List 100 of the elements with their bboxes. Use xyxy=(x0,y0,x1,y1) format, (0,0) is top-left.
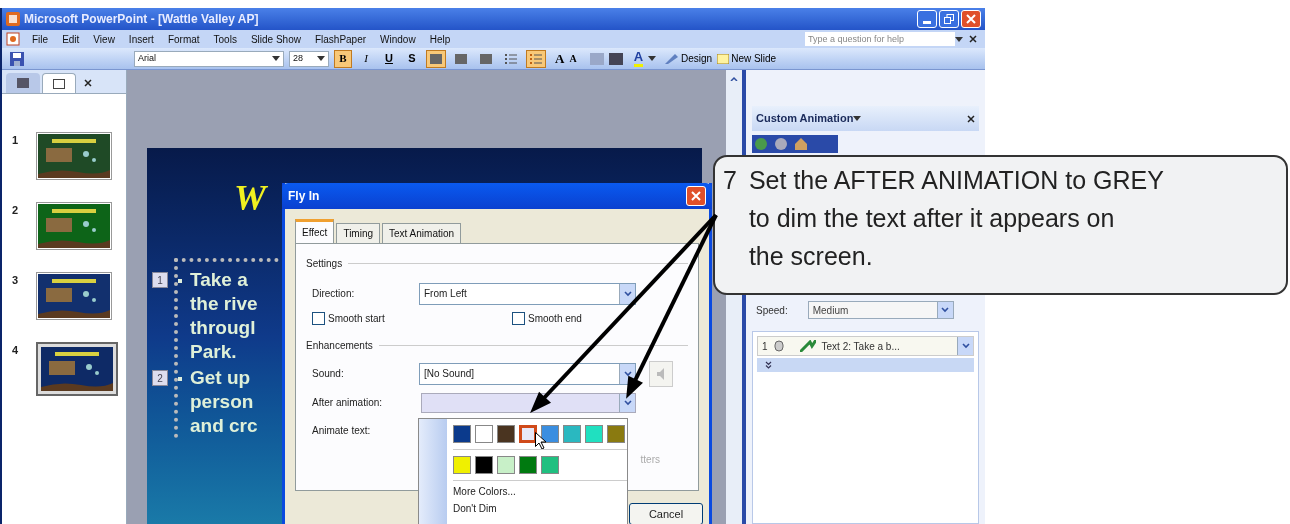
close-icon xyxy=(691,190,701,201)
bullet-icon xyxy=(178,377,182,381)
menu-item[interactable]: Format xyxy=(167,31,200,47)
callout-text: Set the AFTER ANIMATION to GREY to dim the text after it appears on the screen. xyxy=(748,165,1164,272)
shrink-font-button[interactable]: A xyxy=(569,51,577,66)
color-swatch[interactable] xyxy=(519,456,537,474)
close-icon[interactable] xyxy=(967,114,975,123)
chevron-icon xyxy=(941,307,950,314)
new-slide-button[interactable]: New Slide xyxy=(717,51,777,66)
help-field[interactable]: Type a question for help xyxy=(805,32,955,46)
menu-item[interactable]: Don't Dim xyxy=(453,503,497,515)
menu-item[interactable]: File xyxy=(32,31,49,47)
pencil-icon xyxy=(665,53,679,64)
menu-item[interactable]: Tools xyxy=(213,31,237,47)
dropdown-button[interactable] xyxy=(619,363,635,384)
dropdown-arrow-icon xyxy=(272,56,280,61)
menu-item[interactable]: FlashPaper xyxy=(314,31,367,47)
dropdown-button[interactable] xyxy=(619,283,635,304)
direction-dropdown[interactable]: From Left xyxy=(419,282,636,305)
align-button[interactable] xyxy=(426,49,446,68)
pane-tab[interactable] xyxy=(6,73,40,93)
font-size-field[interactable]: 28 xyxy=(289,50,329,67)
expand-icon xyxy=(765,361,772,370)
menu-item[interactable]: More Colors... xyxy=(453,486,516,498)
outline-icon xyxy=(17,78,29,88)
color-swatch[interactable] xyxy=(541,456,559,474)
menu-item[interactable]: View xyxy=(93,31,115,47)
design-button[interactable]: Design xyxy=(665,51,713,66)
pane-tab[interactable] xyxy=(42,73,76,93)
format-button[interactable]: S xyxy=(403,49,421,68)
minimize-button[interactable] xyxy=(917,10,937,28)
slide-number: 1 xyxy=(12,133,20,148)
bullet-text: Take a the rive througl Park. xyxy=(190,268,258,364)
app-icon xyxy=(6,12,20,26)
color-swatch[interactable] xyxy=(585,425,603,443)
slide-icon xyxy=(53,78,65,89)
checkbox[interactable] xyxy=(512,311,525,325)
slide-number: 4 xyxy=(12,343,20,358)
after-animation-label: After animation: xyxy=(312,396,384,411)
slide-number: 3 xyxy=(12,273,20,288)
home-icon[interactable] xyxy=(794,137,808,152)
forward-icon[interactable] xyxy=(774,137,788,152)
slide-icon xyxy=(717,53,730,64)
color-swatch[interactable] xyxy=(541,425,559,443)
save-icon[interactable] xyxy=(10,51,24,66)
list-button[interactable] xyxy=(526,49,546,68)
close-icon[interactable] xyxy=(969,35,977,43)
format-button[interactable]: U xyxy=(380,49,398,68)
slide-thumbnail[interactable] xyxy=(36,342,118,396)
close-icon[interactable] xyxy=(84,79,92,87)
bullet-text: Get up person and crc xyxy=(190,366,258,438)
close-button[interactable] xyxy=(686,185,706,206)
format-button[interactable]: I xyxy=(357,49,375,68)
color-swatch[interactable] xyxy=(607,425,625,443)
animation-tag[interactable]: 2 xyxy=(152,370,168,386)
cancel-button[interactable]: Cancel xyxy=(629,503,703,524)
close-icon xyxy=(966,14,976,24)
animation-item[interactable]: 1 Text 2: Take a b... xyxy=(757,336,974,357)
color-swatch[interactable] xyxy=(475,425,493,443)
chevron-icon xyxy=(961,343,970,350)
slide-thumbnail[interactable] xyxy=(36,132,112,180)
after-animation-dropdown[interactable] xyxy=(421,392,636,413)
align-icon xyxy=(480,53,492,64)
slide-thumbnail[interactable] xyxy=(36,272,112,320)
grow-font-button[interactable]: A xyxy=(555,48,565,69)
font-color-button[interactable]: A xyxy=(633,50,643,67)
checkbox-label: Smooth end xyxy=(528,311,582,326)
speed-dropdown[interactable]: Medium xyxy=(807,301,954,320)
color-swatch[interactable] xyxy=(519,425,537,443)
color-swatch[interactable] xyxy=(497,425,515,443)
dropdown-button[interactable] xyxy=(619,393,635,412)
checkbox-label: Smooth start xyxy=(328,311,385,326)
indent-icon[interactable] xyxy=(608,52,623,65)
sound-dropdown[interactable]: [No Sound] xyxy=(419,362,636,385)
checkbox[interactable] xyxy=(312,311,325,325)
color-swatch[interactable] xyxy=(453,456,471,474)
menu-item[interactable]: Edit xyxy=(62,31,80,47)
font-field[interactable]: Arial xyxy=(134,50,284,67)
back-icon[interactable] xyxy=(754,137,768,152)
dropdown-arrow-icon xyxy=(955,36,963,42)
color-swatch[interactable] xyxy=(497,456,515,474)
slide-thumbnail[interactable] xyxy=(36,202,112,250)
align-icon xyxy=(455,53,467,64)
align-icon xyxy=(430,53,442,64)
animation-tag[interactable]: 1 xyxy=(152,272,168,288)
restore-icon xyxy=(944,14,954,24)
format-button[interactable]: B xyxy=(334,49,352,68)
dialog-tab[interactable]: Text Animation xyxy=(382,222,462,243)
menu-item[interactable]: Window xyxy=(380,31,416,47)
color-swatch[interactable] xyxy=(563,425,581,443)
menu-item[interactable]: Help xyxy=(429,31,451,47)
dialog-tab[interactable]: Timing xyxy=(336,222,381,243)
restore-button[interactable] xyxy=(939,10,959,28)
color-swatch[interactable] xyxy=(453,425,471,443)
close-button[interactable] xyxy=(961,10,981,28)
dialog-tab[interactable]: Effect xyxy=(295,218,335,243)
chevron-icon xyxy=(623,399,632,406)
menu-item[interactable]: Insert xyxy=(128,31,154,47)
color-swatch[interactable] xyxy=(475,456,493,474)
menu-item[interactable]: Slide Show xyxy=(250,31,301,47)
